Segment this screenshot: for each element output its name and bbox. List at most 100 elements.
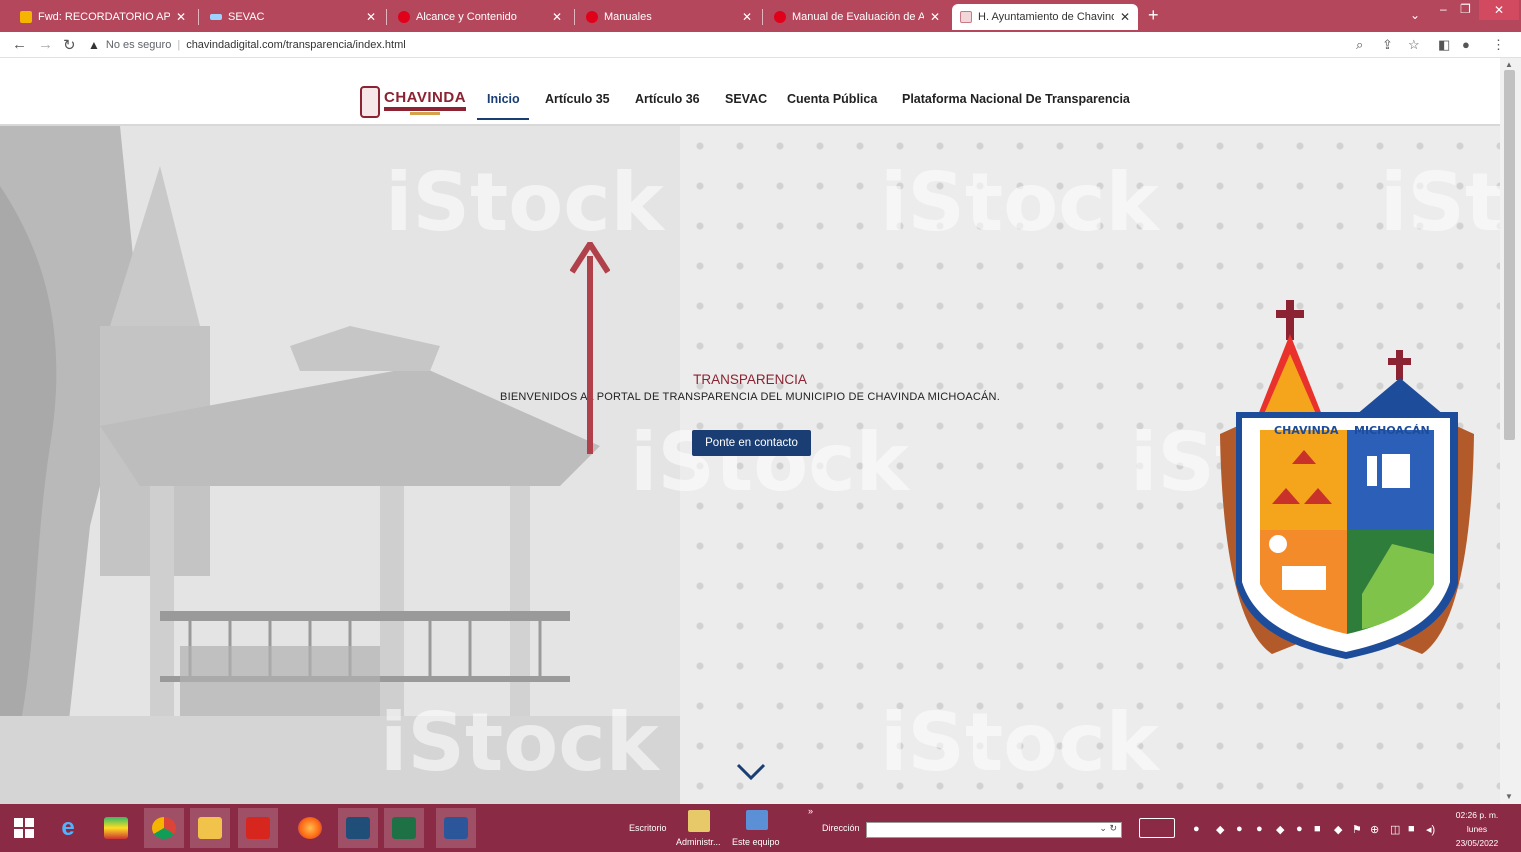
close-tab-icon[interactable]: ✕ [930, 10, 940, 24]
tray-app-icon[interactable]: ◆ [1216, 823, 1224, 836]
tray-app-icon[interactable]: ■ [1314, 823, 1321, 835]
this-pc-label[interactable]: Este equipo [732, 837, 780, 847]
admin-shortcut-label[interactable]: Administr... [676, 837, 721, 847]
scroll-down-arrow-icon[interactable]: ▼ [1505, 792, 1513, 801]
close-tab-icon[interactable]: ✕ [552, 10, 562, 24]
tab-fwd-recordatorio[interactable]: Fwd: RECORDATORIO APERTURA ✕ [12, 4, 194, 30]
forward-icon[interactable]: → [38, 36, 53, 53]
warning-icon: ▲ [88, 38, 100, 52]
help-icon[interactable]: ● [1193, 823, 1200, 835]
page-scrollbar[interactable]: ▲ ▼ [1500, 58, 1521, 804]
new-tab-button[interactable]: + [1148, 5, 1159, 26]
address-controls[interactable]: ⌄ ↻ [1099, 823, 1117, 833]
chrome-icon [152, 817, 176, 839]
tab-search-icon[interactable]: ⌄ [1410, 8, 1420, 22]
logo-wordmark: CHAVINDA [384, 89, 467, 115]
word-button[interactable] [436, 808, 476, 848]
volume-icon[interactable]: ◂) [1426, 823, 1435, 836]
estrados-button[interactable] [338, 808, 378, 848]
municipal-seal-icon [360, 86, 380, 118]
share-icon[interactable]: ⇪ [1382, 37, 1393, 53]
scrollbar-thumb[interactable] [1504, 70, 1515, 440]
tray-app-icon[interactable]: ● [1236, 823, 1243, 835]
start-button[interactable] [4, 808, 44, 848]
action-center-flag-icon[interactable]: ⚑ [1352, 823, 1362, 836]
close-tab-icon[interactable]: ✕ [366, 10, 376, 24]
logo-text: CHAVINDA [384, 89, 467, 106]
clock-date: 23/05/2022 [1455, 838, 1499, 848]
taskbar-address-input[interactable]: ⌄ ↻ [866, 822, 1122, 838]
toolbar-overflow-chevron[interactable]: » [808, 806, 813, 816]
tray-app-icon[interactable]: ◫ [1390, 823, 1400, 836]
contact-button[interactable]: Ponte en contacto [692, 430, 811, 456]
admin-folder-icon[interactable] [688, 810, 710, 832]
tray-app-icon[interactable]: ● [1296, 823, 1303, 835]
nav-articulo-36[interactable]: Artículo 36 [635, 92, 700, 106]
menu-kebab-icon[interactable]: ⋮ [1492, 37, 1505, 53]
firefox-button[interactable] [290, 808, 330, 848]
computer-icon[interactable] [746, 810, 768, 830]
tab-manual-evaluacion[interactable]: Manual de Evaluación de Avance ✕ [766, 4, 948, 30]
internet-explorer-button[interactable]: e [48, 808, 88, 848]
tray-app-icon[interactable]: ● [1256, 823, 1263, 835]
url-text[interactable]: chavindadigital.com/transparencia/index.… [186, 39, 406, 51]
tab-alcance-contenido[interactable]: Alcance y Contenido ✕ [390, 4, 570, 30]
active-nav-underline [477, 118, 529, 120]
nav-cuenta-publica[interactable]: Cuenta Pública [787, 92, 877, 106]
chavinda-favicon [960, 11, 972, 23]
tray-app-icon[interactable]: ◆ [1276, 823, 1284, 836]
chrome-button[interactable] [144, 808, 184, 848]
istock-watermark: iStock [1380, 156, 1500, 249]
mail-icon [20, 11, 32, 23]
tab-title: Manual de Evaluación de Avance [792, 11, 924, 23]
close-tab-icon[interactable]: ✕ [176, 10, 186, 24]
address-bar[interactable]: ▲ No es seguro | chavindadigital.com/tra… [88, 35, 1418, 55]
tab-divider [574, 9, 575, 25]
excel-button[interactable] [384, 808, 424, 848]
nav-plataforma-nacional[interactable]: Plataforma Nacional De Transparencia [902, 92, 1130, 106]
clock-day: lunes [1466, 824, 1488, 834]
minimize-button[interactable]: – [1440, 2, 1447, 16]
scroll-up-arrow-icon[interactable]: ▲ [1505, 60, 1513, 69]
chavinda-logo[interactable]: CHAVINDA [360, 86, 467, 118]
pdf-red-icon [774, 11, 786, 23]
file-explorer-button[interactable] [190, 808, 230, 848]
acrobat-icon [246, 817, 270, 839]
zoom-icon[interactable]: ⌕ [1356, 37, 1363, 53]
side-panel-icon[interactable]: ◧ [1438, 37, 1450, 53]
municipal-crest-icon: CHAVINDA MICHOACÁN [1220, 300, 1474, 659]
browser-toolbar: ← → ↻ ▲ No es seguro | chavindadigital.c… [0, 32, 1521, 58]
istock-watermark: iStock [880, 696, 1159, 789]
profile-avatar-icon[interactable]: ● [1462, 37, 1470, 52]
acrobat-button[interactable] [238, 808, 278, 848]
window-close-button[interactable]: ✕ [1479, 0, 1519, 20]
touch-keyboard-icon[interactable] [1139, 818, 1175, 838]
nav-inicio[interactable]: Inicio [487, 92, 520, 106]
network-icon[interactable]: ⊕ [1370, 823, 1379, 836]
security-label[interactable]: No es seguro [106, 39, 171, 51]
close-tab-icon[interactable]: ✕ [1120, 10, 1130, 24]
desktop-toolbar-label[interactable]: Escritorio [629, 823, 667, 833]
tab-manuales[interactable]: Manuales ✕ [578, 4, 760, 30]
istock-watermark: iStock [385, 156, 664, 249]
restore-button[interactable]: ❐ [1460, 2, 1471, 16]
hero-section: iStock iStock iStock iStock iStock iStoc… [0, 126, 1500, 804]
system-clock[interactable]: 02:26 p. m. lunes 23/05/2022 [1446, 808, 1508, 850]
clock-time: 02:26 p. m. [1455, 810, 1499, 820]
tab-sevac[interactable]: SEVAC ✕ [202, 4, 384, 30]
back-icon[interactable]: ← [12, 36, 27, 53]
tab-ayuntamiento-chavinda[interactable]: H. Ayuntamiento de Chavinda - T ✕ [952, 4, 1138, 30]
scroll-down-chevron-icon[interactable] [735, 762, 767, 782]
windows-logo-icon [14, 818, 34, 838]
tray-app-icon[interactable]: ■ [1408, 823, 1415, 835]
reload-icon[interactable]: ↻ [63, 36, 76, 54]
bookmark-star-icon[interactable]: ☆ [1408, 37, 1420, 53]
nav-sevac[interactable]: SEVAC [725, 92, 767, 106]
close-tab-icon[interactable]: ✕ [742, 10, 752, 24]
app-icon [104, 817, 128, 839]
tray-app-icon[interactable]: ◆ [1334, 823, 1342, 836]
tab-title: Manuales [604, 11, 652, 23]
taskbar-app-button[interactable] [96, 808, 136, 848]
web-page: CHAVINDA Inicio Artículo 35 Artículo 36 … [0, 58, 1500, 804]
nav-articulo-35[interactable]: Artículo 35 [545, 92, 610, 106]
